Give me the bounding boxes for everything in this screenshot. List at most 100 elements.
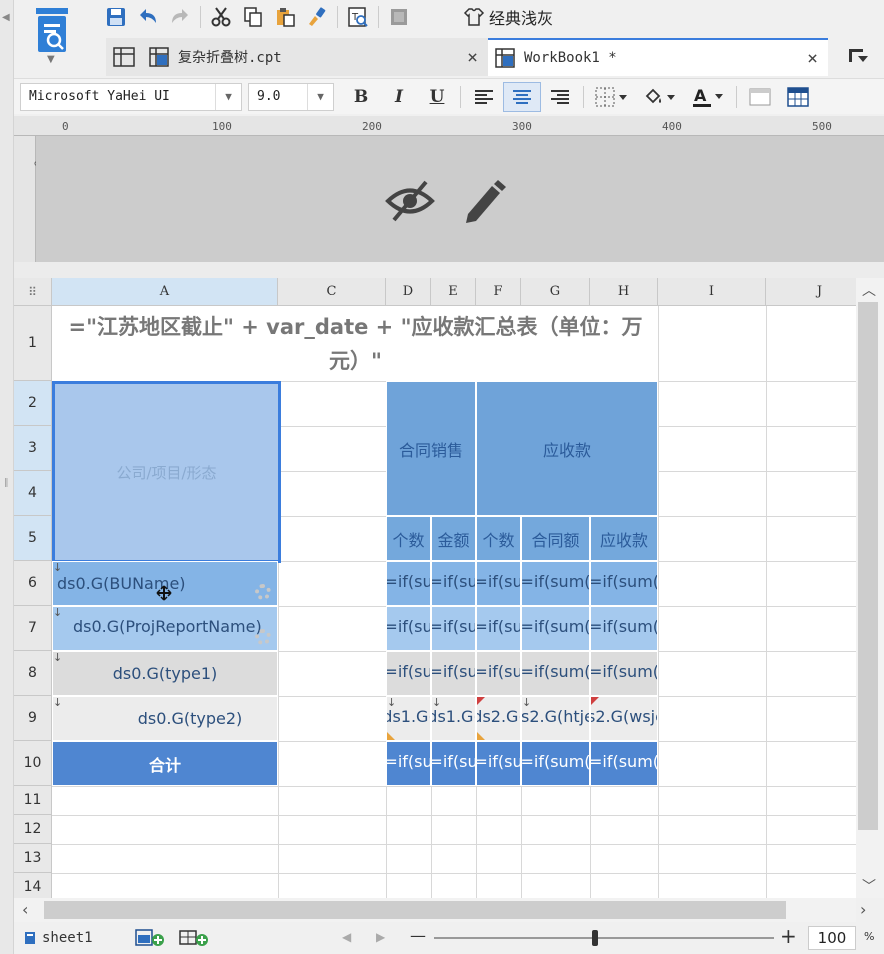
column-header-g[interactable]: G xyxy=(521,278,590,306)
row-header-3[interactable]: 3 xyxy=(14,426,52,471)
sub-header-cell[interactable]: 应收款 xyxy=(590,516,658,561)
data-column-cell[interactable]: ds2.G(wsje) xyxy=(590,696,658,741)
close-icon[interactable]: × xyxy=(467,47,478,68)
chevron-down-icon[interactable]: ▼ xyxy=(307,83,333,110)
zoom-in-button[interactable]: + xyxy=(780,924,797,948)
data-column-cell[interactable]: ds2.G(htje) xyxy=(521,696,590,741)
left-collapse-strip[interactable]: ◀ ‖ xyxy=(0,0,14,954)
total-label-cell[interactable]: 合计 xyxy=(52,741,278,786)
logo-dropdown-icon[interactable]: ▼ xyxy=(47,54,55,65)
formula-cell[interactable]: =if(su xyxy=(431,741,476,786)
row-header-9[interactable]: 9 xyxy=(14,696,52,741)
cut-icon[interactable] xyxy=(205,2,237,32)
next-sheet-icon[interactable]: ▶ xyxy=(376,930,385,944)
edit-pencil-icon[interactable] xyxy=(460,178,508,224)
zoom-slider-thumb[interactable] xyxy=(592,930,598,946)
scroll-right-icon[interactable]: › xyxy=(860,900,866,919)
save-icon[interactable] xyxy=(100,2,132,32)
align-right-icon[interactable] xyxy=(541,82,579,112)
row-header-4[interactable]: 4 xyxy=(14,471,52,516)
formula-cell[interactable]: =if(sum( xyxy=(590,606,658,651)
report-title-cell[interactable]: ="江苏地区截止" + var_date + "应收款汇总表（单位：万元）" xyxy=(53,306,658,381)
underline-button[interactable]: U xyxy=(418,82,456,112)
column-header-e[interactable]: E xyxy=(431,278,476,306)
formula-cell[interactable]: =if(su xyxy=(431,651,476,696)
row-header-11[interactable]: 11 xyxy=(14,786,52,815)
hidden-eye-icon[interactable] xyxy=(384,178,436,224)
formula-cell[interactable]: =if(sum( xyxy=(521,651,590,696)
column-header-c[interactable]: C xyxy=(278,278,386,306)
chevron-down-icon[interactable]: ▼ xyxy=(215,83,241,110)
formula-cell[interactable]: =if(su xyxy=(386,606,431,651)
column-header-j[interactable]: J xyxy=(766,278,856,306)
add-dashboard-sheet-icon[interactable] xyxy=(178,928,210,948)
formula-cell[interactable]: =if(su xyxy=(476,741,521,786)
formula-cell[interactable]: =if(su xyxy=(431,561,476,606)
column-header-f[interactable]: F xyxy=(476,278,521,306)
sub-header-cell[interactable]: 个数 xyxy=(386,516,431,561)
sub-header-cell[interactable]: 个数 xyxy=(476,516,521,561)
scroll-up-icon[interactable]: ︿ xyxy=(862,280,876,300)
proj-report-name-cell[interactable]: ds0.G(ProjReportName) xyxy=(52,606,278,651)
app-logo-icon[interactable] xyxy=(34,6,70,58)
copy-icon[interactable] xyxy=(237,2,269,32)
column-header-i[interactable]: I xyxy=(658,278,766,306)
header-band-area[interactable] xyxy=(36,136,884,262)
row-header-12[interactable]: 12 xyxy=(14,815,52,844)
zoom-out-button[interactable]: — xyxy=(410,926,426,945)
row-header-2[interactable]: 2 xyxy=(14,381,52,426)
zoom-input[interactable]: 100 xyxy=(808,926,856,950)
undo-icon[interactable] xyxy=(132,2,164,32)
cell-style-icon[interactable] xyxy=(741,82,779,112)
formula-cell[interactable]: =if(su xyxy=(476,606,521,651)
formula-cell[interactable]: =if(sum( xyxy=(521,741,590,786)
fill-color-icon[interactable] xyxy=(636,82,684,112)
add-report-sheet-icon[interactable] xyxy=(134,928,166,948)
table-icon[interactable] xyxy=(779,82,817,112)
horizontal-scroll-thumb[interactable] xyxy=(44,901,786,919)
align-left-icon[interactable] xyxy=(465,82,503,112)
tab-workbook1[interactable]: WorkBook1 * × xyxy=(488,38,828,76)
collapse-arrow-icon[interactable]: ◀ xyxy=(2,12,10,23)
row-header-13[interactable]: 13 xyxy=(14,844,52,873)
sub-header-cell[interactable]: 金额 xyxy=(431,516,476,561)
paste-icon[interactable] xyxy=(269,2,301,32)
spreadsheet-grid[interactable]: ⠿ A C D E F G H I J 1 2 3 4 5 6 7 8 9 10… xyxy=(14,278,856,898)
type2-cell[interactable]: ds0.G(type2) xyxy=(52,696,278,741)
tab-complex-tree[interactable]: 复杂折叠树.cpt × xyxy=(106,38,488,76)
sheet-tab-sheet1[interactable]: sheet1 xyxy=(24,926,93,950)
italic-button[interactable]: I xyxy=(380,82,418,112)
vertical-scrollbar[interactable]: ︿ ﹀ xyxy=(856,278,884,898)
formula-cell[interactable]: =if(sum( xyxy=(590,651,658,696)
close-icon[interactable]: × xyxy=(807,48,818,69)
formula-cell[interactable]: =if(sum( xyxy=(521,606,590,651)
formula-cell[interactable]: =if(su xyxy=(386,741,431,786)
select-all-corner[interactable]: ⠿ xyxy=(14,278,52,306)
prev-sheet-icon[interactable]: ◀ xyxy=(342,930,351,944)
row-header-1[interactable]: 1 xyxy=(14,306,52,381)
preview-icon[interactable]: T xyxy=(342,2,374,32)
vertical-scroll-thumb[interactable] xyxy=(858,302,878,830)
row-header-10[interactable]: 10 xyxy=(14,741,52,786)
formula-cell[interactable]: =if(sum( xyxy=(521,561,590,606)
sub-header-cell[interactable]: 合同额 xyxy=(521,516,590,561)
row-header-5[interactable]: 5 xyxy=(14,516,52,561)
scroll-left-icon[interactable]: ‹ xyxy=(22,900,28,919)
template-icon[interactable] xyxy=(383,2,415,32)
row-header-8[interactable]: 8 xyxy=(14,651,52,696)
border-icon[interactable] xyxy=(588,82,636,112)
grip-icon[interactable]: ‖ xyxy=(4,478,9,488)
theme-switch-button[interactable]: 经典浅灰 xyxy=(455,5,561,29)
column-header-d[interactable]: D xyxy=(386,278,431,306)
group-header-sales[interactable]: 合同销售 xyxy=(386,381,476,516)
font-color-button[interactable]: A xyxy=(684,82,732,112)
formula-cell[interactable]: =if(sum( xyxy=(590,561,658,606)
align-center-icon[interactable] xyxy=(503,81,541,112)
row-header-7[interactable]: 7 xyxy=(14,606,52,651)
group-header-receivable[interactable]: 应收款 xyxy=(476,381,658,516)
bold-button[interactable]: B xyxy=(342,82,380,112)
font-family-select[interactable]: Microsoft YaHei UI ▼ xyxy=(20,82,242,111)
column-header-h[interactable]: H xyxy=(590,278,658,306)
formula-cell[interactable]: =if(su xyxy=(386,561,431,606)
redo-icon[interactable] xyxy=(164,2,196,32)
